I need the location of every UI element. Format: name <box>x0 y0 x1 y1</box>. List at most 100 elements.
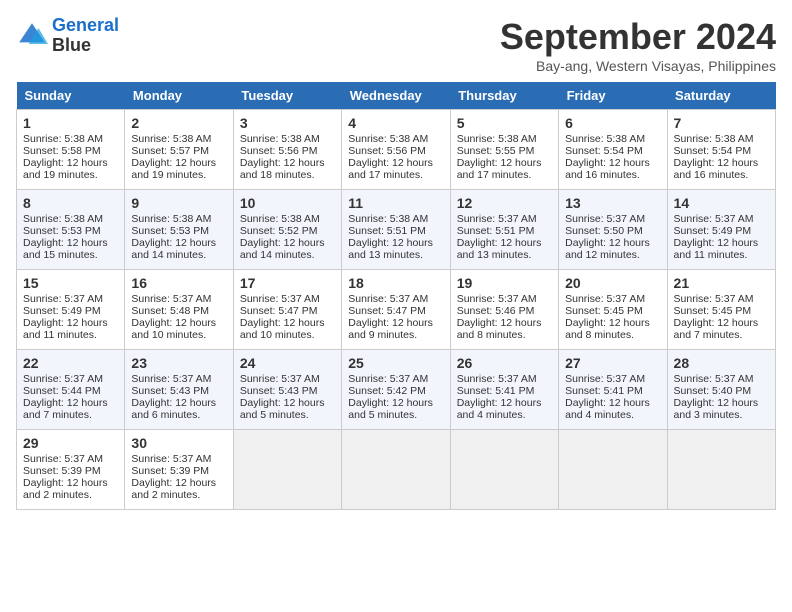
weekday-thursday: Thursday <box>450 82 558 110</box>
day-number: 11 <box>348 195 443 211</box>
calendar-cell <box>342 430 450 510</box>
location-subtitle: Bay-ang, Western Visayas, Philippines <box>500 58 776 74</box>
sunrise-label: Sunrise: 5:38 AM <box>457 133 537 145</box>
sunset-label: Sunset: 5:45 PM <box>674 305 752 317</box>
day-number: 18 <box>348 275 443 291</box>
daylight-label: Daylight: 12 hours and 8 minutes. <box>457 317 542 341</box>
calendar-cell: 27Sunrise: 5:37 AMSunset: 5:41 PMDayligh… <box>559 350 667 430</box>
day-number: 8 <box>23 195 118 211</box>
day-number: 24 <box>240 355 335 371</box>
daylight-label: Daylight: 12 hours and 8 minutes. <box>565 317 650 341</box>
sunset-label: Sunset: 5:53 PM <box>131 225 209 237</box>
calendar-cell: 24Sunrise: 5:37 AMSunset: 5:43 PMDayligh… <box>233 350 341 430</box>
day-number: 13 <box>565 195 660 211</box>
day-number: 16 <box>131 275 226 291</box>
sunrise-label: Sunrise: 5:38 AM <box>240 213 320 225</box>
logo: GeneralBlue <box>16 16 119 56</box>
sunset-label: Sunset: 5:52 PM <box>240 225 318 237</box>
sunrise-label: Sunrise: 5:37 AM <box>23 293 103 305</box>
calendar-cell: 8Sunrise: 5:38 AMSunset: 5:53 PMDaylight… <box>17 190 125 270</box>
day-number: 2 <box>131 115 226 131</box>
sunset-label: Sunset: 5:42 PM <box>348 385 426 397</box>
calendar-cell: 26Sunrise: 5:37 AMSunset: 5:41 PMDayligh… <box>450 350 558 430</box>
day-number: 15 <box>23 275 118 291</box>
weekday-sunday: Sunday <box>17 82 125 110</box>
day-number: 19 <box>457 275 552 291</box>
sunset-label: Sunset: 5:47 PM <box>348 305 426 317</box>
sunrise-label: Sunrise: 5:38 AM <box>23 213 103 225</box>
logo-text: GeneralBlue <box>52 16 119 56</box>
sunset-label: Sunset: 5:54 PM <box>674 145 752 157</box>
daylight-label: Daylight: 12 hours and 19 minutes. <box>131 157 216 181</box>
calendar-cell <box>450 430 558 510</box>
daylight-label: Daylight: 12 hours and 9 minutes. <box>348 317 433 341</box>
sunset-label: Sunset: 5:58 PM <box>23 145 101 157</box>
calendar-cell: 2Sunrise: 5:38 AMSunset: 5:57 PMDaylight… <box>125 110 233 190</box>
daylight-label: Daylight: 12 hours and 17 minutes. <box>457 157 542 181</box>
daylight-label: Daylight: 12 hours and 19 minutes. <box>23 157 108 181</box>
calendar-cell: 1Sunrise: 5:38 AMSunset: 5:58 PMDaylight… <box>17 110 125 190</box>
daylight-label: Daylight: 12 hours and 3 minutes. <box>674 397 759 421</box>
calendar-cell: 9Sunrise: 5:38 AMSunset: 5:53 PMDaylight… <box>125 190 233 270</box>
calendar-cell: 28 Sunrise: 5:37 AMSunset: 5:40 PMDayligh… <box>667 350 775 430</box>
sunrise-label: Sunrise: 5:37 AM <box>565 373 645 385</box>
day-number: 12 <box>457 195 552 211</box>
calendar-week-3: 15Sunrise: 5:37 AMSunset: 5:49 PMDayligh… <box>17 270 776 350</box>
calendar-cell: 15Sunrise: 5:37 AMSunset: 5:49 PMDayligh… <box>17 270 125 350</box>
weekday-wednesday: Wednesday <box>342 82 450 110</box>
daylight-label: Daylight: 12 hours and 2 minutes. <box>23 477 108 501</box>
sunrise-label: Sunrise: 5:38 AM <box>348 213 428 225</box>
sunrise-label: Sunrise: 5:37 AM <box>457 293 537 305</box>
sunrise-label: Sunrise: 5:38 AM <box>348 133 428 145</box>
day-number: 14 <box>674 195 769 211</box>
calendar-cell <box>233 430 341 510</box>
day-number: 7 <box>674 115 769 131</box>
sunset-label: Sunset: 5:55 PM <box>457 145 535 157</box>
sunset-label: Sunset: 5:40 PM <box>674 385 752 397</box>
calendar-cell: 21Sunrise: 5:37 AMSunset: 5:45 PMDayligh… <box>667 270 775 350</box>
daylight-label: Daylight: 12 hours and 14 minutes. <box>131 237 216 261</box>
sunset-label: Sunset: 5:39 PM <box>23 465 101 477</box>
day-number: 1 <box>23 115 118 131</box>
day-number: 10 <box>240 195 335 211</box>
sunset-label: Sunset: 5:45 PM <box>565 305 643 317</box>
day-number: 30 <box>131 435 226 451</box>
sunrise-label: Sunrise: 5:37 AM <box>457 373 537 385</box>
sunrise-label: Sunrise: 5:38 AM <box>131 133 211 145</box>
daylight-label: Daylight: 12 hours and 10 minutes. <box>131 317 216 341</box>
calendar-cell: 6Sunrise: 5:38 AMSunset: 5:54 PMDaylight… <box>559 110 667 190</box>
daylight-label: Daylight: 12 hours and 5 minutes. <box>240 397 325 421</box>
sunset-label: Sunset: 5:46 PM <box>457 305 535 317</box>
calendar-cell: 20Sunrise: 5:37 AMSunset: 5:45 PMDayligh… <box>559 270 667 350</box>
day-number: 28 <box>674 355 769 371</box>
daylight-label: Daylight: 12 hours and 14 minutes. <box>240 237 325 261</box>
weekday-header-row: SundayMondayTuesdayWednesdayThursdayFrid… <box>17 82 776 110</box>
sunset-label: Sunset: 5:44 PM <box>23 385 101 397</box>
daylight-label: Daylight: 12 hours and 2 minutes. <box>131 477 216 501</box>
sunrise-label: Sunrise: 5:38 AM <box>674 133 754 145</box>
day-number: 20 <box>565 275 660 291</box>
weekday-saturday: Saturday <box>667 82 775 110</box>
sunrise-label: Sunrise: 5:37 AM <box>674 213 754 225</box>
sunset-label: Sunset: 5:41 PM <box>565 385 643 397</box>
daylight-label: Daylight: 12 hours and 11 minutes. <box>674 237 759 261</box>
calendar-cell <box>667 430 775 510</box>
calendar-cell: 5Sunrise: 5:38 AMSunset: 5:55 PMDaylight… <box>450 110 558 190</box>
calendar-cell: 18Sunrise: 5:37 AMSunset: 5:47 PMDayligh… <box>342 270 450 350</box>
sunrise-label: Sunrise: 5:37 AM <box>23 453 103 465</box>
calendar-cell: 23Sunrise: 5:37 AMSunset: 5:43 PMDayligh… <box>125 350 233 430</box>
day-number: 4 <box>348 115 443 131</box>
daylight-label: Daylight: 12 hours and 5 minutes. <box>348 397 433 421</box>
day-number: 21 <box>674 275 769 291</box>
calendar-cell: 22Sunrise: 5:37 AMSunset: 5:44 PMDayligh… <box>17 350 125 430</box>
day-number: 9 <box>131 195 226 211</box>
daylight-label: Daylight: 12 hours and 15 minutes. <box>23 237 108 261</box>
sunset-label: Sunset: 5:48 PM <box>131 305 209 317</box>
sunrise-label: Sunrise: 5:37 AM <box>565 213 645 225</box>
sunset-label: Sunset: 5:56 PM <box>348 145 426 157</box>
sunset-label: Sunset: 5:49 PM <box>23 305 101 317</box>
sunrise-label: Sunrise: 5:37 AM <box>674 373 754 385</box>
logo-icon <box>16 20 48 52</box>
daylight-label: Daylight: 12 hours and 7 minutes. <box>674 317 759 341</box>
calendar-cell: 12Sunrise: 5:37 AMSunset: 5:51 PMDayligh… <box>450 190 558 270</box>
